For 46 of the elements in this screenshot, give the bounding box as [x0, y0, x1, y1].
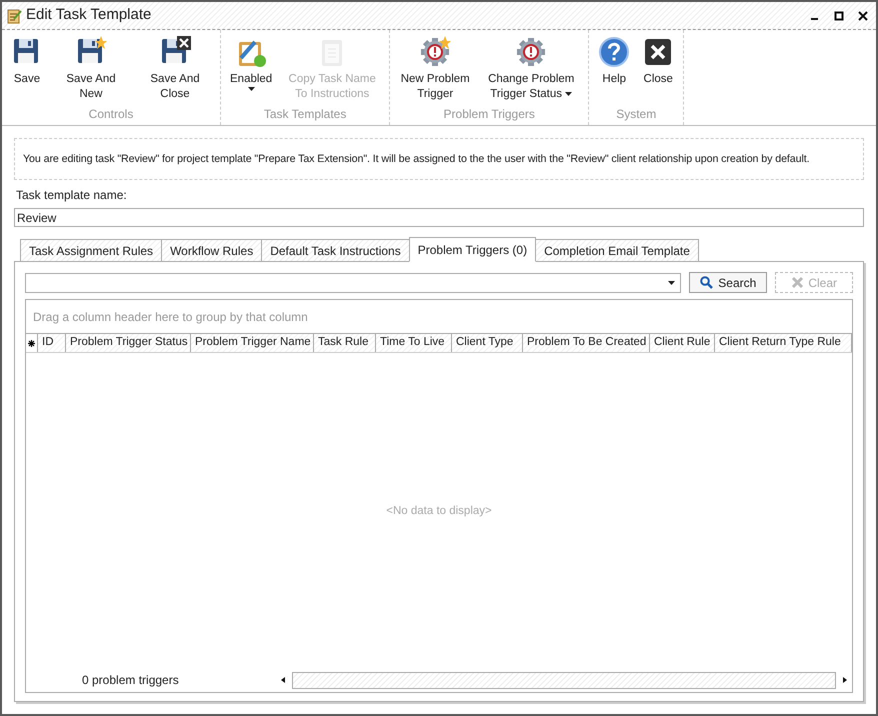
ribbon-button[interactable]: Close — [637, 36, 680, 105]
ribbon-button[interactable]: Change Problem Trigger Status — [478, 36, 584, 105]
column-header[interactable]: Problem To Be Created — [523, 334, 650, 352]
ribbon-group-label: System — [615, 106, 658, 123]
column-header[interactable]: Client Type — [452, 334, 523, 352]
field-label: Task template name: — [16, 187, 128, 204]
horizontal-scrollbar[interactable] — [292, 672, 836, 688]
ribbon-button[interactable]: Save And Close — [134, 36, 216, 105]
tab[interactable]: Workflow Rules — [161, 239, 262, 262]
gear-alert-icon — [515, 36, 548, 68]
ribbon-button[interactable]: Save — [6, 36, 48, 105]
task-template-name-field[interactable]: Review — [14, 208, 864, 228]
tab[interactable]: Default Task Instructions — [261, 239, 410, 262]
search-icon — [700, 276, 714, 290]
gear-alert-star-icon — [419, 36, 452, 68]
notepad-icon — [6, 8, 22, 24]
window-title: Edit Task Template — [26, 5, 152, 26]
caret-icon — [248, 87, 255, 91]
asterisk-icon — [28, 340, 35, 347]
ribbon-group-label: Controls — [88, 106, 134, 123]
column-header[interactable]: Client Rule — [650, 334, 715, 352]
ribbon-button[interactable]: Enabled — [225, 36, 278, 105]
column-header[interactable]: Problem Trigger Status — [66, 334, 191, 352]
column-header[interactable]: Time To Live — [376, 334, 452, 352]
empty-grid-message: <No data to display> — [386, 504, 492, 519]
ribbon-group-label: Problem Triggers — [442, 106, 536, 123]
close-icon[interactable] — [858, 10, 868, 20]
record-count: 0 problem triggers — [81, 672, 180, 689]
column-header[interactable]: Client Return Type Rule — [715, 334, 852, 352]
search-button[interactable]: Search — [689, 272, 768, 294]
ribbon-group-label: Task Templates — [262, 106, 348, 123]
column-header[interactable]: Task Rule — [314, 334, 376, 352]
ribbon-button[interactable]: Save And New — [50, 36, 132, 105]
ribbon-button[interactable]: Help — [593, 36, 636, 105]
tab[interactable]: Task Assignment Rules — [20, 239, 162, 262]
column-header[interactable]: Problem Trigger Name — [191, 334, 314, 352]
tab[interactable]: Completion Email Template — [535, 239, 699, 262]
ribbon-button[interactable]: New Problem Trigger — [394, 36, 476, 105]
column-header[interactable]: ID — [38, 334, 66, 352]
tab[interactable]: Problem Triggers (0) — [408, 237, 536, 262]
help-icon — [598, 36, 630, 68]
info-message: You are editing task "Review" for project template "Prepare Tax Extension". It will be assigned to the the user with the "Review" client relationship upon creation by default. — [14, 138, 864, 180]
caret-icon — [565, 92, 572, 96]
x-icon — [791, 276, 804, 290]
caret-icon — [668, 280, 676, 285]
maximize-icon[interactable] — [834, 10, 844, 20]
